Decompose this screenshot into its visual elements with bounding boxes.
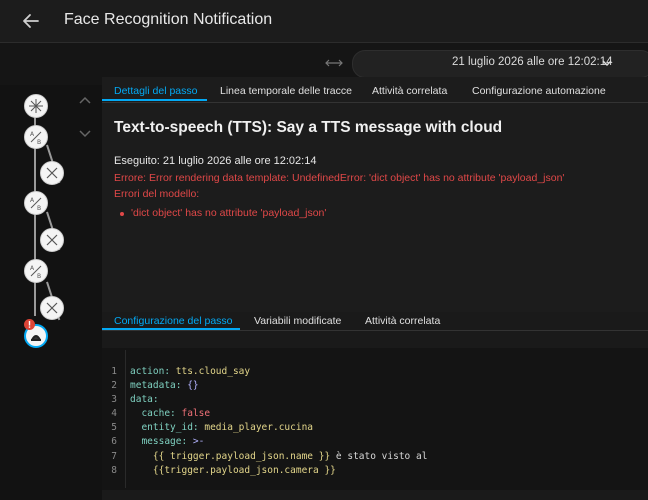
trigger-node-icon[interactable] [24, 94, 48, 118]
code-line: action: tts.cloud_say [130, 366, 250, 377]
template-expression: {{ trigger.payload_json.name }} [130, 451, 331, 462]
tab-indicator [102, 328, 240, 330]
step-title: Text-to-speech (TTS): Say a TTS message … [114, 119, 503, 136]
code-line: metadata: {} [130, 380, 199, 391]
condition-node-icon[interactable]: AB [24, 191, 48, 215]
yaml-value: {} [181, 380, 199, 391]
svg-text:B: B [37, 273, 41, 280]
tab-related-activity-lower[interactable]: Attività correlata [365, 315, 440, 327]
code-line: entity_id: media_player.cucina [130, 422, 313, 433]
code-line: {{trigger.payload_json.camera }} [130, 465, 336, 476]
yaml-key: action: [130, 366, 171, 377]
condition-node-icon[interactable]: AB [24, 125, 48, 149]
yaml-value: false [175, 408, 211, 419]
tab-bar-lower [102, 330, 648, 331]
date-label[interactable]: 21 luglio 2026 alle ore 12:02:14 [452, 56, 613, 68]
tab-related-activity[interactable]: Attività correlata [372, 85, 447, 97]
line-number: 5 [111, 422, 117, 433]
range-arrows-icon [325, 59, 343, 67]
code-line: message: >- [130, 436, 204, 447]
bullet-icon [120, 212, 124, 216]
svg-text:A: A [30, 265, 35, 272]
line-number: 4 [111, 408, 117, 419]
condition-node-icon[interactable]: AB [24, 259, 48, 283]
yaml-key: message: [130, 436, 188, 447]
stop-node-icon[interactable] [40, 296, 64, 320]
page-title: Face Recognition Notification [64, 11, 273, 28]
yaml-value: tts.cloud_say [170, 366, 251, 377]
chevron-down-icon[interactable] [79, 130, 91, 138]
gutter-divider [125, 350, 126, 488]
back-arrow-icon[interactable] [20, 10, 42, 32]
line-number: 2 [111, 380, 117, 391]
line-number: 3 [111, 394, 117, 405]
yaml-key: data: [130, 394, 159, 405]
svg-text:B: B [37, 139, 41, 146]
yaml-value: >- [187, 436, 205, 447]
tab-changed-variables[interactable]: Variabili modificate [254, 315, 341, 327]
yaml-key: cache: [130, 408, 176, 419]
code-line: data: [130, 394, 159, 405]
tab-indicator [102, 99, 207, 101]
svg-text:A: A [30, 131, 35, 138]
line-number: 1 [111, 366, 117, 377]
code-line: {{ trigger.payload_json.name }} è stato … [130, 451, 428, 462]
svg-text:B: B [37, 205, 41, 212]
code-line: cache: false [130, 408, 210, 419]
stop-node-icon[interactable] [40, 228, 64, 252]
error-message: Errore: Error rendering data template: U… [114, 172, 565, 184]
chevron-up-icon[interactable] [79, 96, 91, 104]
error-badge-icon [24, 319, 35, 330]
template-error-item: 'dict object' has no attribute 'payload_… [131, 207, 327, 219]
line-number: 7 [111, 451, 117, 462]
tab-automation-config[interactable]: Configurazione automazione [472, 85, 606, 97]
yaml-key: metadata: [130, 380, 182, 391]
template-expression: {{trigger.payload_json.camera }} [130, 465, 336, 476]
tab-step-details[interactable]: Dettagli del passo [114, 85, 197, 97]
line-number: 6 [111, 436, 117, 447]
chevron-down-icon[interactable] [602, 59, 612, 67]
yaml-value: media_player.cucina [198, 422, 314, 433]
yaml-text: è stato visto al [330, 451, 428, 462]
svg-text:A: A [30, 197, 35, 204]
tab-step-config[interactable]: Configurazione del passo [114, 315, 233, 327]
tab-trace-timeline[interactable]: Linea temporale delle tracce [220, 85, 352, 97]
yaml-key: entity_id: [130, 422, 199, 433]
stop-node-icon[interactable] [40, 161, 64, 185]
template-errors-heading: Errori del modello: [114, 188, 200, 200]
line-number: 8 [111, 465, 117, 476]
executed-timestamp: Eseguito: 21 luglio 2026 alle ore 12:02:… [114, 155, 317, 167]
